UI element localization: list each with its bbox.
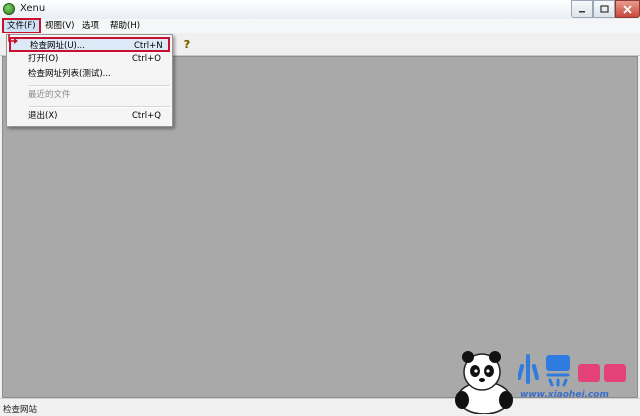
status-text: 检查网站 xyxy=(3,405,38,415)
menu-help[interactable]: 帮助(H) xyxy=(107,20,143,32)
menu-item-exit[interactable]: 退出(X) Ctrl+Q xyxy=(9,109,170,124)
menu-item-shortcut: Ctrl+Q xyxy=(132,111,161,121)
menu-item-shortcut: Ctrl+O xyxy=(132,54,161,64)
annotation-arrow-icon xyxy=(8,34,18,44)
menu-item-label: 最近的文件 xyxy=(28,90,71,100)
menu-options[interactable]: 选项 xyxy=(79,20,102,32)
watermark-url: www.xiaohei.com xyxy=(520,390,609,400)
close-button[interactable] xyxy=(615,0,640,18)
menu-item-open[interactable]: 打开(O) Ctrl+O xyxy=(9,52,170,67)
menu-item-check-url[interactable]: 检查网址(U)... Ctrl+N xyxy=(9,37,170,52)
menu-separator xyxy=(29,85,170,87)
title-bar[interactable]: Xenu xyxy=(0,0,640,19)
watermark: www.xiaohei.com xyxy=(448,348,638,414)
help-icon[interactable]: ? xyxy=(182,38,192,51)
close-icon xyxy=(623,4,632,14)
maximize-button[interactable] xyxy=(593,0,615,18)
window-title: Xenu xyxy=(20,3,46,14)
menu-item-label: 退出(X) xyxy=(28,111,58,121)
app-window: Xenu 文件(F) 视图(V) 选项 帮助(H) ? 检查网站 检查网址(U)… xyxy=(0,0,640,416)
menu-item-label: 打开(O) xyxy=(28,54,59,64)
menu-view[interactable]: 视图(V) xyxy=(42,20,77,32)
panda-logo-icon xyxy=(455,351,513,414)
menu-bar: 文件(F) 视图(V) 选项 帮助(H) xyxy=(0,18,640,34)
maximize-icon xyxy=(599,5,609,13)
file-dropdown-menu: 检查网址(U)... Ctrl+N 打开(O) Ctrl+O 检查网址列表(测试… xyxy=(6,34,173,127)
minimize-button[interactable] xyxy=(571,0,593,18)
xenu-app-icon xyxy=(3,3,15,15)
menu-item-label: 检查网址列表(测试)... xyxy=(28,69,111,79)
menu-item-recent-files: 最近的文件 xyxy=(9,88,170,103)
minimize-icon xyxy=(579,11,585,13)
menu-separator xyxy=(29,106,170,108)
menu-item-check-url-list[interactable]: 检查网址列表(测试)... xyxy=(9,67,170,82)
xiaohei-brand-logo xyxy=(518,354,626,387)
menu-file[interactable]: 文件(F) xyxy=(2,18,41,34)
